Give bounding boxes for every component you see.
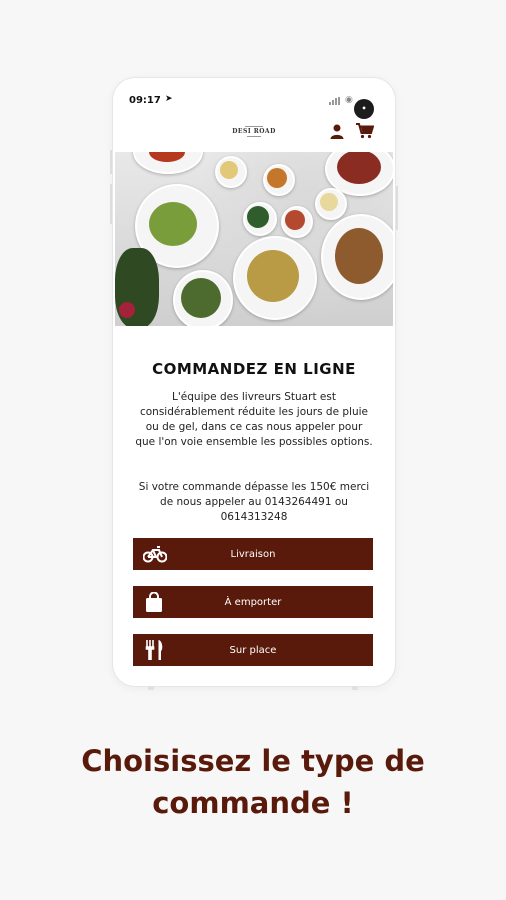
- promo-caption-line1: Choisissez le type de: [81, 744, 425, 778]
- bicycle-icon: [143, 546, 167, 563]
- user-icon[interactable]: [329, 123, 345, 139]
- delivery-button-label: Livraison: [230, 548, 276, 560]
- delivery-button[interactable]: Livraison: [133, 538, 373, 570]
- shopping-bag-icon: [146, 592, 162, 612]
- phone-edge-marker: [352, 686, 358, 690]
- avatar[interactable]: •: [354, 99, 374, 119]
- promo-caption: Choisissez le type de commande !: [0, 740, 506, 824]
- hero-food-image: [115, 152, 393, 326]
- app-header: DESI ROAD: [113, 118, 395, 150]
- cart-icon[interactable]: [356, 123, 374, 139]
- phone-edge-marker: [148, 686, 154, 690]
- large-order-notice-text: Si votre commande dépasse les 150€ merci…: [138, 481, 370, 523]
- dine-in-button[interactable]: Sur place: [133, 634, 373, 666]
- phone-frame: 09:17 ➤ ◉ • DESI ROAD COMMANDEZ EN LIGNE…: [113, 78, 395, 686]
- phone-side-button: [395, 186, 398, 230]
- status-bar: 09:17 ➤ ◉ •: [113, 78, 395, 119]
- takeaway-button-label: À emporter: [224, 596, 282, 608]
- delivery-notice-text: L'équipe des livreurs Stuart est considé…: [135, 391, 373, 448]
- dine-in-button-label: Sur place: [229, 644, 277, 656]
- promo-caption-line2: commande !: [152, 786, 354, 820]
- location-arrow-icon: ➤: [165, 94, 173, 104]
- status-time: 09:17: [129, 95, 161, 106]
- page-title: COMMANDEZ EN LIGNE: [152, 360, 356, 378]
- brand-logo[interactable]: DESI ROAD: [229, 126, 279, 137]
- brand-logo-text: DESI ROAD: [232, 128, 276, 135]
- signal-icon: [329, 97, 341, 105]
- fork-knife-icon: [145, 640, 163, 660]
- takeaway-button[interactable]: À emporter: [133, 586, 373, 618]
- wifi-icon: ◉: [345, 95, 353, 105]
